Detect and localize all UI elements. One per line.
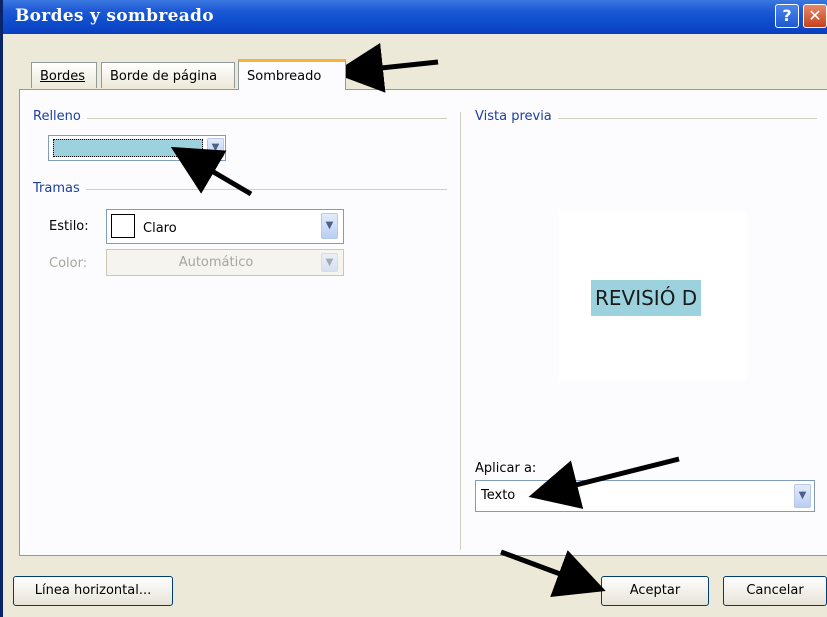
chevron-down-icon[interactable]: ▼: [207, 138, 224, 158]
relleno-label: Relleno: [33, 109, 87, 124]
arrow-icon: [333, 42, 439, 93]
horizontal-line-button[interactable]: Línea horizontal...: [13, 576, 173, 606]
tramas-divider: [33, 189, 447, 190]
fill-color-swatch: [53, 139, 203, 157]
help-button[interactable]: ?: [775, 4, 799, 28]
close-button[interactable]: ✕: [803, 4, 827, 28]
chevron-down-icon[interactable]: ▼: [321, 253, 338, 272]
tramas-label: Tramas: [33, 181, 86, 196]
title-bar[interactable]: Bordes y sombreado ? ✕: [3, 0, 827, 34]
cancel-button[interactable]: Cancelar: [723, 576, 827, 606]
arrow-icon: [500, 549, 606, 597]
tab-bordes-label: Bordes: [40, 69, 86, 84]
vista-previa-label: Vista previa: [475, 109, 558, 124]
dialog-window: Bordes y sombreado ? ✕ Bordes Borde de p…: [0, 0, 827, 617]
relleno-divider: [33, 118, 447, 119]
style-dropdown[interactable]: Claro ▼: [106, 209, 344, 244]
color-label: Color:: [49, 256, 88, 271]
fill-color-dropdown[interactable]: ▼: [48, 135, 226, 161]
color-dropdown[interactable]: Automático ▼: [106, 249, 344, 276]
tab-sombreado-label: Sombreado: [247, 69, 322, 84]
tab-borde-de-pagina-label: Borde de página: [110, 69, 218, 84]
style-swatch: [111, 214, 135, 238]
apply-to-dropdown[interactable]: Texto ▼: [475, 480, 815, 512]
tab-sombreado[interactable]: Sombreado: [238, 59, 346, 90]
chevron-down-icon[interactable]: ▼: [321, 213, 338, 239]
estilo-label: Estilo:: [49, 219, 89, 234]
color-value: Automático: [178, 255, 254, 270]
aplicar-label: Aplicar a:: [475, 461, 537, 476]
style-value: Claro: [143, 221, 177, 236]
apply-to-value: Texto: [481, 488, 516, 503]
dialog-title: Bordes y sombreado: [15, 6, 214, 26]
preview-separator: [460, 112, 461, 550]
tab-bordes[interactable]: Bordes: [31, 62, 97, 88]
preview-sample-text: REVISIÓ D: [591, 280, 702, 316]
tab-borde-de-pagina[interactable]: Borde de página: [101, 62, 235, 88]
ok-button[interactable]: Aceptar: [601, 576, 709, 606]
chevron-down-icon[interactable]: ▼: [794, 484, 811, 508]
